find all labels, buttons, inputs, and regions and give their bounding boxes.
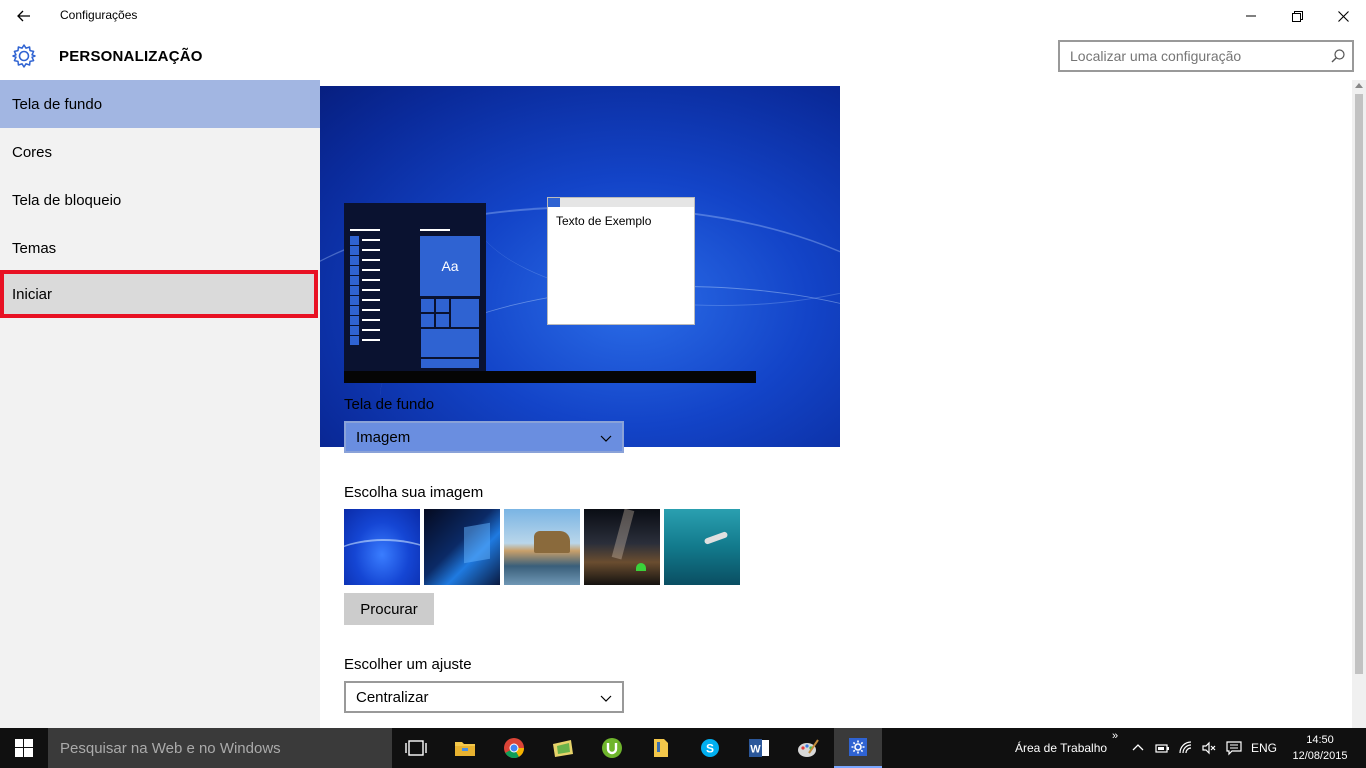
clock-time: 14:50 [1306, 734, 1334, 746]
minimize-button[interactable] [1228, 0, 1274, 32]
main-content: Aa Texto de Exemplo Tela de fundo Imagem… [320, 80, 1352, 728]
wallpaper-thumbnail[interactable] [664, 509, 740, 585]
chevron-down-icon [600, 431, 612, 443]
page-header: PERSONALIZAÇÃO [0, 32, 1366, 80]
taskbar-search-placeholder: Pesquisar na Web e no Windows [60, 739, 281, 757]
taskbar-preview [344, 371, 756, 383]
sidebar-item-label: Iniciar [12, 285, 53, 303]
taskbar: Pesquisar na Web e no Windows S W » Área… [0, 728, 1366, 768]
settings-search-box[interactable] [1058, 40, 1354, 72]
gear-icon [10, 42, 38, 70]
close-button[interactable] [1320, 0, 1366, 32]
sidebar-item-tela-de-fundo[interactable]: Tela de fundo [0, 80, 320, 128]
volume-muted-icon[interactable] [1201, 740, 1217, 756]
browse-button[interactable]: Procurar [344, 593, 434, 625]
task-view-icon[interactable] [392, 728, 440, 768]
taskbar-search-box[interactable]: Pesquisar na Web e no Windows [48, 728, 392, 768]
wallpaper-thumbnail[interactable] [424, 509, 500, 585]
paint-icon[interactable] [784, 728, 832, 768]
background-type-dropdown[interactable]: Imagem [344, 421, 624, 453]
settings-search-input[interactable] [1060, 42, 1315, 70]
title-bar: Configurações [0, 0, 1366, 32]
vertical-scrollbar[interactable] [1352, 80, 1366, 728]
wallpaper-thumbnail[interactable] [584, 509, 660, 585]
sidebar-item-tela-de-bloqueio[interactable]: Tela de bloqueio [0, 176, 320, 224]
battery-icon[interactable] [1154, 740, 1170, 756]
wallpaper-thumbnail[interactable] [344, 509, 420, 585]
windows-start-icon[interactable] [0, 728, 48, 768]
page-title: PERSONALIZAÇÃO [59, 48, 203, 65]
background-type-value: Imagem [356, 428, 411, 446]
start-menu-preview: Aa [344, 203, 486, 371]
wallpaper-thumbnail[interactable] [504, 509, 580, 585]
choose-image-label: Escolha sua imagem [344, 484, 484, 501]
scroll-thumb[interactable] [1355, 94, 1363, 674]
back-arrow-icon[interactable] [10, 4, 38, 28]
photos-icon[interactable] [539, 728, 587, 768]
desktop-toolbar-label[interactable]: Área de Trabalho [1015, 741, 1107, 755]
word-icon[interactable]: W [735, 728, 783, 768]
language-indicator[interactable]: ENG [1251, 741, 1277, 755]
action-center-icon[interactable] [1226, 740, 1242, 756]
sidebar-item-label: Tela de bloqueio [12, 191, 122, 209]
tile-aa: Aa [420, 236, 480, 296]
restore-button[interactable] [1274, 0, 1320, 32]
sidebar-nav: Tela de fundo Cores Tela de bloqueio Tem… [0, 80, 320, 728]
svg-text:W: W [750, 744, 761, 756]
folder-icon[interactable] [637, 728, 685, 768]
sidebar-item-temas[interactable]: Temas [0, 224, 320, 272]
search-icon[interactable] [1330, 48, 1346, 64]
chevron-down-icon [600, 691, 612, 703]
sidebar-item-cores[interactable]: Cores [0, 128, 320, 176]
utorrent-icon[interactable] [588, 728, 636, 768]
svg-text:S: S [706, 742, 714, 756]
fit-label: Escolher um ajuste [344, 656, 472, 673]
skype-icon[interactable]: S [686, 728, 734, 768]
file-explorer-icon[interactable] [441, 728, 489, 768]
wifi-icon[interactable] [1178, 740, 1194, 756]
sidebar-item-label: Tela de fundo [12, 95, 103, 113]
settings-app-icon[interactable] [834, 728, 882, 768]
sidebar-item-iniciar[interactable]: Iniciar [0, 270, 318, 318]
scroll-up-icon[interactable] [1355, 83, 1363, 88]
background-label: Tela de fundo [344, 396, 435, 413]
sample-text: Texto de Exemplo [556, 214, 652, 228]
app-title: Configurações [60, 8, 138, 22]
show-more-icon[interactable]: » [1112, 730, 1118, 742]
clock-date: 12/08/2015 [1292, 750, 1348, 762]
fit-value: Centralizar [356, 688, 429, 706]
system-clock[interactable]: 14:50 12/08/2015 [1285, 732, 1355, 764]
sidebar-item-label: Temas [12, 239, 57, 257]
chevron-up-icon[interactable] [1130, 740, 1146, 756]
fit-dropdown[interactable]: Centralizar [344, 681, 624, 713]
chrome-icon[interactable] [490, 728, 538, 768]
sidebar-item-label: Cores [12, 143, 53, 161]
sample-window-preview: Texto de Exemplo [547, 197, 695, 325]
desktop-preview: Aa Texto de Exemplo [320, 86, 840, 447]
